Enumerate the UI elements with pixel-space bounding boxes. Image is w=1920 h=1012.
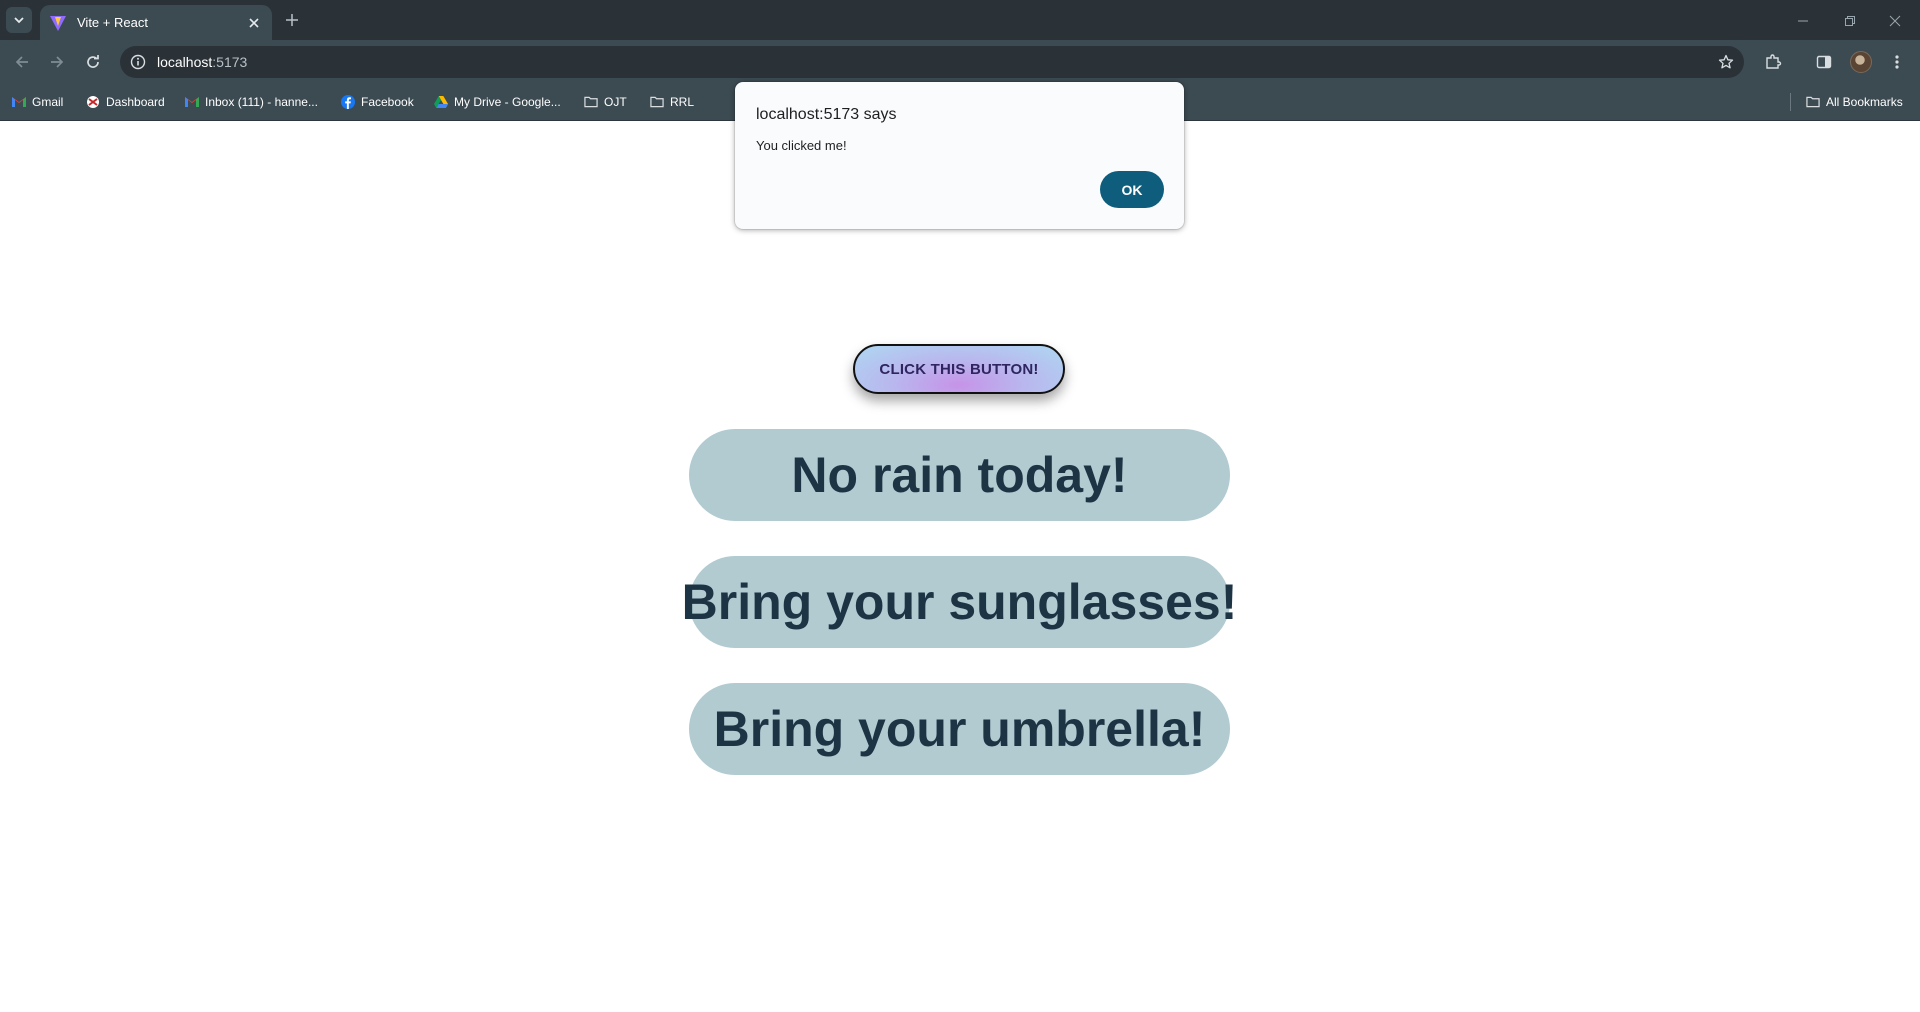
chevron-down-icon [14, 17, 24, 24]
forward-button[interactable] [44, 49, 70, 75]
bookmark-dashboard[interactable]: Dashboard [86, 83, 165, 120]
bookmark-inbox[interactable]: Inbox (111) - hanne... [185, 83, 318, 120]
bookmark-gmail[interactable]: Gmail [12, 83, 63, 120]
bookmark-label: Facebook [361, 94, 414, 109]
folder-icon [1806, 95, 1820, 109]
bookmark-label: Dashboard [106, 94, 165, 109]
message-sunglasses: Bring your sunglasses! [682, 556, 1237, 648]
folder-icon [650, 95, 664, 109]
close-icon [1889, 15, 1901, 27]
close-window-button[interactable] [1884, 10, 1906, 32]
url-host: localhost [157, 54, 213, 70]
plus-icon [286, 14, 298, 26]
bookmark-facebook[interactable]: Facebook [341, 83, 414, 120]
restore-button[interactable] [1839, 10, 1861, 32]
google-drive-icon [434, 95, 448, 109]
tab-active[interactable]: Vite + React [40, 5, 272, 40]
arrow-right-icon [51, 56, 64, 68]
url-port: :5173 [212, 54, 248, 70]
tab-title: Vite + React [77, 15, 148, 30]
vite-icon [50, 15, 66, 31]
ok-button[interactable]: OK [1100, 171, 1164, 208]
dashboard-icon [86, 95, 100, 109]
tab-strip: Vite + React [0, 0, 1920, 40]
bookmark-folder-ojt[interactable]: OJT [584, 83, 627, 120]
alert-dialog: localhost:5173 says You clicked me! OK [735, 82, 1184, 229]
extensions-icon[interactable] [1761, 50, 1785, 74]
kebab-menu-icon[interactable] [1885, 50, 1909, 74]
gmail-icon [12, 95, 26, 109]
all-bookmarks-label: All Bookmarks [1826, 94, 1903, 109]
arrow-left-icon [15, 56, 28, 68]
dialog-title: localhost:5173 says [756, 106, 897, 123]
page-content: CLICK THIS BUTTON! No rain today! Bring … [0, 121, 1920, 1012]
bookmarks-divider [1790, 93, 1791, 111]
close-icon[interactable] [244, 13, 264, 33]
dialog-message: You clicked me! [756, 138, 847, 153]
profile-avatar[interactable] [1850, 51, 1872, 73]
bookmark-label: OJT [604, 94, 627, 109]
site-info-icon[interactable] [128, 52, 148, 72]
browser-toolbar: localhost:5173 [0, 40, 1920, 83]
gmail-icon [185, 95, 199, 109]
all-bookmarks-button[interactable]: All Bookmarks [1806, 83, 1903, 120]
restore-icon [1845, 16, 1855, 26]
new-tab-button[interactable] [281, 9, 303, 31]
minimize-button[interactable] [1792, 10, 1814, 32]
message-no-rain: No rain today! [689, 429, 1230, 521]
tab-search-button[interactable] [6, 7, 32, 33]
click-this-button[interactable]: CLICK THIS BUTTON! [853, 344, 1065, 394]
bookmark-label: RRL [670, 94, 695, 109]
bookmark-label: Gmail [32, 94, 64, 109]
bookmark-label: Inbox (111) - hanne... [205, 94, 318, 109]
bookmark-google-drive[interactable]: My Drive - Google... [434, 83, 561, 120]
reload-button[interactable] [80, 49, 106, 75]
minimize-icon [1798, 20, 1808, 22]
folder-icon [584, 95, 598, 109]
address-bar[interactable]: localhost:5173 [120, 46, 1744, 78]
reload-icon [87, 55, 99, 68]
message-umbrella: Bring your umbrella! [689, 683, 1230, 775]
url-text: localhost:5173 [157, 54, 247, 70]
side-panel-icon[interactable] [1812, 50, 1836, 74]
bookmark-folder-rrl[interactable]: RRL [650, 83, 694, 120]
bookmark-label: My Drive - Google... [454, 94, 561, 109]
bookmark-star-icon[interactable] [1716, 52, 1736, 72]
facebook-icon [341, 94, 355, 109]
back-button[interactable] [9, 49, 35, 75]
